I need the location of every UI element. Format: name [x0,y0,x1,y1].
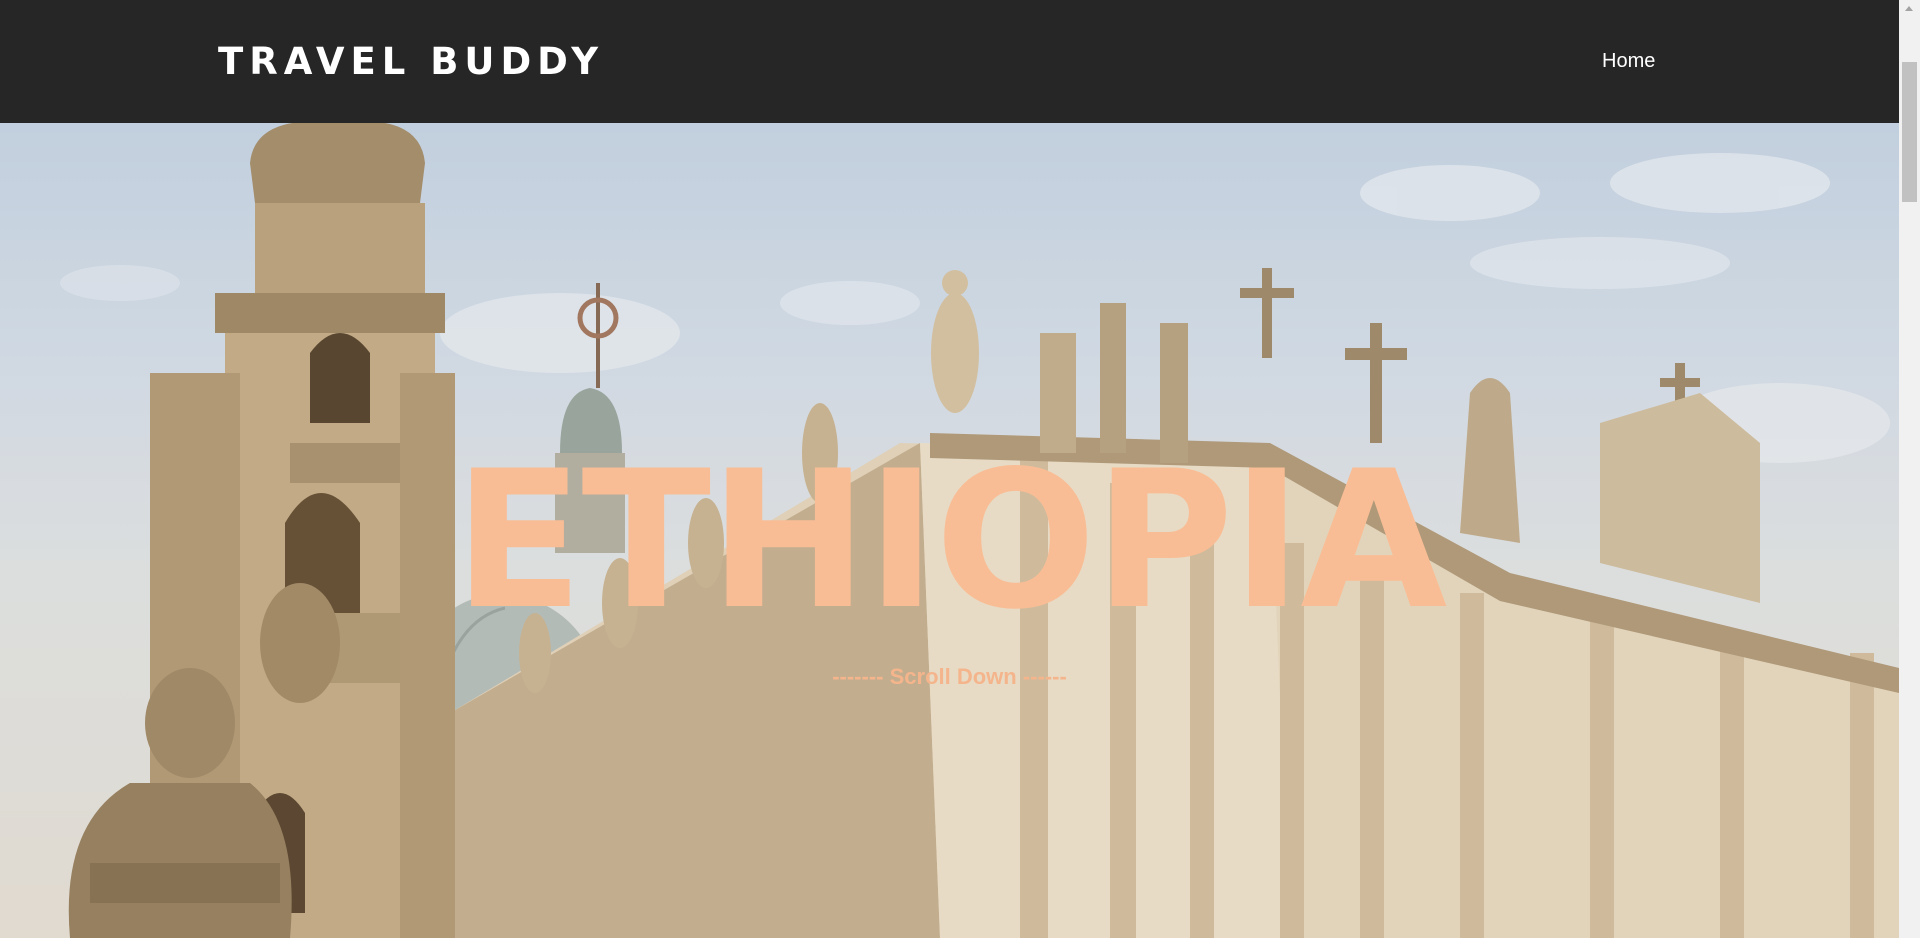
hero-section: ETHIOPIA ------- Scroll Down ------ [0,123,1899,938]
page-scrollbar[interactable] [1899,0,1920,938]
nav-home-link[interactable]: Home [1602,48,1655,74]
site-logo[interactable]: TRAVEL BUDDY [218,38,604,86]
scrollbar-thumb[interactable] [1902,62,1917,202]
navbar: TRAVEL BUDDY Home [0,0,1899,123]
hero-title-text: ETHIOPIA [453,430,1448,651]
page-viewport: TRAVEL BUDDY Home ETHIOPIA ------- Scrol… [0,0,1899,938]
scroll-up-arrow-icon[interactable] [1905,6,1913,11]
hero-title: ETHIOPIA [0,446,1899,636]
scroll-down-hint[interactable]: ------- Scroll Down ------ [0,663,1899,691]
